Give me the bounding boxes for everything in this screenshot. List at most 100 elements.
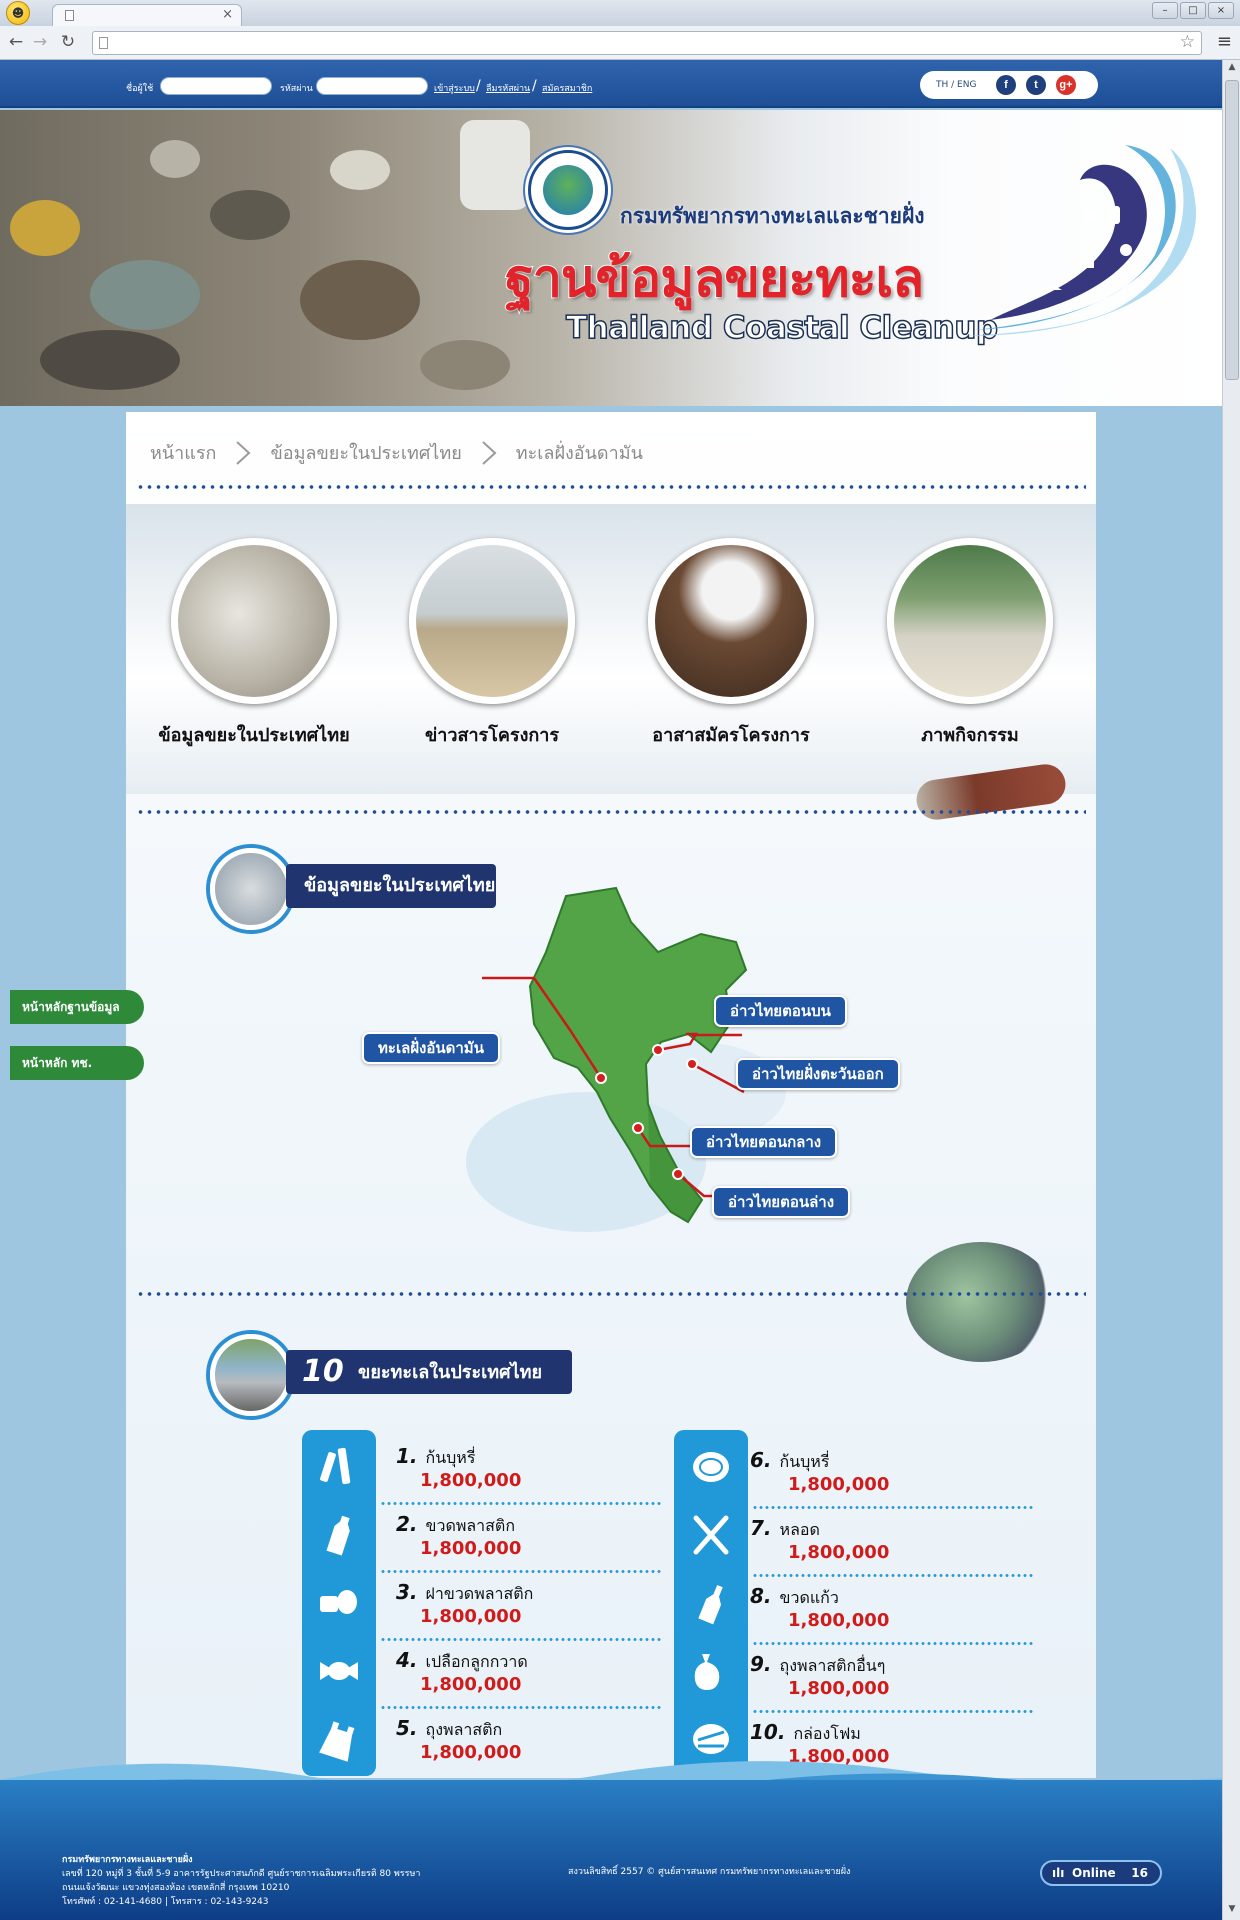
plastic-bottle-icon bbox=[326, 1515, 350, 1556]
feature-thumb-news[interactable] bbox=[409, 538, 575, 704]
page-scrollbar[interactable]: ▲ ▼ bbox=[1222, 60, 1240, 1920]
tab-close-icon[interactable]: × bbox=[222, 7, 233, 22]
footer-address-line2: ถนนแจ้งวัฒนะ แขวงทุ่งสองห้อง เขตหลักสี่ … bbox=[62, 1883, 290, 1893]
top10-item-value: 1,800,000 bbox=[788, 1678, 890, 1699]
department-seal-logo bbox=[528, 150, 608, 230]
site-footer: กรมทรัพยากรทางทะเลและชายฝั่ง เลขที่ 120 … bbox=[0, 1780, 1222, 1920]
register-link[interactable]: สมัครสมาชิก bbox=[542, 81, 592, 95]
top10-icon-bar-right bbox=[674, 1430, 748, 1776]
bookmark-star-icon[interactable]: ☆ bbox=[1180, 32, 1195, 52]
debris-shape bbox=[210, 190, 290, 240]
top10-item-value: 1,800,000 bbox=[788, 1542, 890, 1563]
forward-arrow-icon[interactable]: → bbox=[30, 32, 50, 52]
link-separator: / bbox=[476, 78, 481, 94]
breadcrumb-thailand-data[interactable]: ข้อมูลขยะในประเทศไทย bbox=[270, 438, 461, 467]
forgot-password-link[interactable]: ลืมรหัสผ่าน bbox=[486, 81, 530, 95]
login-link[interactable]: เข้าสู่ระบบ bbox=[434, 81, 475, 95]
footer-phone: โทรศัพท์ : 02-141-4680 | โทรสาร : 02-143… bbox=[62, 1897, 269, 1907]
dotted-line bbox=[752, 1642, 1034, 1645]
dotted-line bbox=[380, 1706, 662, 1709]
top10-item-name: 5. ถุงพลาสติก bbox=[396, 1716, 503, 1740]
top10-item-value: 1,800,000 bbox=[420, 1538, 522, 1559]
dotted-line bbox=[380, 1570, 662, 1573]
feature-thumb-volunteers[interactable] bbox=[648, 538, 814, 704]
feature-menu: ข้อมูลขยะในประเทศไทย ข่าวสารโครงการ อาสา… bbox=[126, 504, 1096, 823]
browser-tab[interactable]: × bbox=[52, 4, 242, 26]
scroll-thumb[interactable] bbox=[1225, 80, 1239, 380]
site-title-english: Thailand Coastal Cleanup bbox=[565, 309, 999, 347]
top10-item-name: 8. ขวดแก้ว bbox=[750, 1584, 839, 1608]
breadcrumb: หน้าแรก ข้อมูลขยะในประเทศไทย ทะเลฝั่งอัน… bbox=[150, 438, 643, 467]
top10-icon-bar-left bbox=[302, 1430, 376, 1776]
other-bag-icon bbox=[694, 1654, 720, 1690]
dotted-line bbox=[752, 1574, 1034, 1577]
close-window-button[interactable]: × bbox=[1208, 2, 1234, 19]
top10-item-name: 2. ขวดพลาสติก bbox=[396, 1512, 516, 1536]
facebook-icon[interactable]: f bbox=[996, 75, 1016, 95]
maximize-button[interactable]: □ bbox=[1180, 2, 1206, 19]
glass-bottle-icon bbox=[698, 1585, 723, 1625]
main-content: หน้าแรก ข้อมูลขยะในประเทศไทย ทะเลฝั่งอัน… bbox=[126, 412, 1096, 1778]
breadcrumb-home[interactable]: หน้าแรก bbox=[150, 438, 216, 467]
page-icon bbox=[65, 10, 74, 21]
online-label: Online bbox=[1072, 1866, 1116, 1880]
dotted-line bbox=[752, 1506, 1034, 1509]
chevron-right-icon bbox=[482, 440, 497, 465]
scroll-down-arrow-icon[interactable]: ▼ bbox=[1225, 1904, 1239, 1918]
feature-label[interactable]: ข้อมูลขยะในประเทศไทย bbox=[139, 720, 369, 749]
straw-icon bbox=[693, 1515, 729, 1555]
site-login-bar: ชื่อผู้ใช้ รหัสผ่าน เข้าสู่ระบบ / ลืมรหั… bbox=[0, 60, 1222, 108]
top10-item-name: 6. ก้นบุหรี่ bbox=[750, 1448, 830, 1472]
top10-heading-number: 10 bbox=[302, 1354, 344, 1389]
debris-shape bbox=[460, 120, 530, 210]
dotted-divider bbox=[136, 1292, 1086, 1296]
debris-shape bbox=[40, 330, 180, 390]
link-separator: / bbox=[532, 78, 537, 94]
online-count: 16 bbox=[1131, 1866, 1148, 1880]
debris-shape bbox=[150, 140, 200, 178]
section-thumb-icon bbox=[210, 848, 292, 930]
window-controls: – □ × bbox=[1152, 2, 1234, 19]
top10-item-name: 10. กล่องโฟม bbox=[750, 1720, 861, 1744]
feature-thumb-gallery[interactable] bbox=[887, 538, 1053, 704]
online-counter: ılı Online 16 bbox=[1040, 1860, 1162, 1886]
debris-shape bbox=[330, 150, 390, 190]
feature-thumb-waste-data[interactable] bbox=[171, 538, 337, 704]
debris-shape bbox=[10, 200, 80, 256]
region-central-gulf[interactable]: อ่าวไทยตอนกลาง bbox=[690, 1126, 838, 1158]
footer-org: กรมทรัพยากรทางทะเลและชายฝั่ง bbox=[62, 1855, 193, 1865]
password-label: รหัสผ่าน bbox=[280, 84, 313, 94]
region-upper-gulf[interactable]: อ่าวไทยตอนบน bbox=[714, 995, 847, 1027]
username-field[interactable] bbox=[160, 77, 272, 95]
region-andaman[interactable]: ทะเลฝั่งอันดามัน bbox=[362, 1032, 500, 1064]
section-thumb-icon bbox=[210, 1334, 292, 1416]
address-bar[interactable]: ☆ bbox=[92, 31, 1202, 55]
debris-net-graphic bbox=[906, 1242, 1056, 1362]
language-switch[interactable]: TH / ENG bbox=[936, 80, 976, 90]
google-plus-icon[interactable]: g+ bbox=[1056, 75, 1076, 95]
top10-item-value: 1,800,000 bbox=[420, 1470, 522, 1491]
feature-label[interactable]: ข่าวสารโครงการ bbox=[377, 720, 607, 749]
cigarette-butts-icon bbox=[320, 1447, 351, 1485]
minimize-button[interactable]: – bbox=[1152, 2, 1178, 19]
side-tab-database-home[interactable]: หน้าหลักฐานข้อมูล bbox=[10, 990, 144, 1024]
feature-label[interactable]: อาสาสมัครโครงการ bbox=[616, 720, 846, 749]
browser-menu-icon[interactable]: ≡ bbox=[1217, 31, 1232, 52]
region-eastern-gulf[interactable]: อ่าวไทยฝั่งตะวันออก bbox=[736, 1058, 900, 1090]
side-tab-dmcr-home[interactable]: หน้าหลัก ทช. bbox=[10, 1046, 144, 1080]
browser-tab-strip: ☻ × – □ × bbox=[0, 0, 1240, 26]
twitter-icon[interactable]: t bbox=[1026, 75, 1046, 95]
top10-heading: 10 ขยะทะเลในประเทศไทย bbox=[286, 1350, 572, 1394]
password-field[interactable] bbox=[316, 77, 428, 95]
site-title-thai: ฐานข้อมูลขยะทะเล bbox=[504, 248, 925, 310]
reload-icon[interactable]: ↻ bbox=[58, 32, 78, 52]
footer-copyright: สงวนลิขสิทธิ์ 2557 © ศูนย์สารสนเทศ กรมทร… bbox=[568, 1867, 851, 1877]
candy-wrapper-icon bbox=[320, 1662, 358, 1680]
browser-logo-icon[interactable]: ☻ bbox=[6, 1, 30, 25]
debris-shape bbox=[300, 260, 420, 340]
back-arrow-icon[interactable]: ← bbox=[6, 32, 26, 52]
scroll-up-arrow-icon[interactable]: ▲ bbox=[1225, 62, 1239, 76]
top10-item-name: 9. ถุงพลาสติกอื่นๆ bbox=[750, 1652, 886, 1676]
region-lower-gulf[interactable]: อ่าวไทยตอนล่าง bbox=[712, 1186, 851, 1218]
feature-label[interactable]: ภาพกิจกรรม bbox=[855, 720, 1085, 749]
